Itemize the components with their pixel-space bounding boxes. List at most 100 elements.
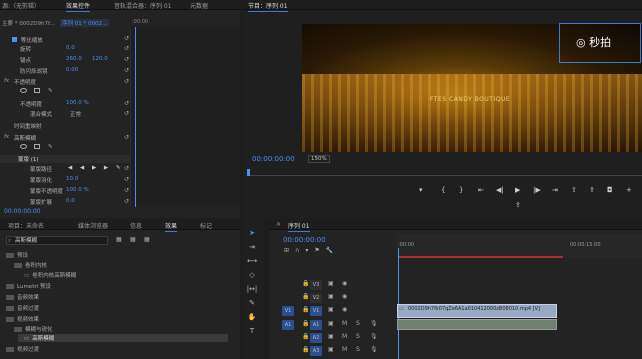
tree-video-effects[interactable]: 视频效果 [6, 315, 39, 323]
time-ruler[interactable] [397, 234, 642, 258]
step-forward-button[interactable]: |▶ [533, 186, 541, 194]
gaussian-blur-label[interactable]: 高斯模糊 [14, 134, 36, 142]
anchor-y-value[interactable]: 120.0 [92, 56, 108, 62]
accelerated-effects-icon[interactable]: ▦ [116, 236, 122, 243]
tab-program[interactable]: 节目：序列 01 [248, 1, 288, 12]
source-v1-label[interactable]: V1 [282, 306, 294, 316]
zoom-select[interactable]: 150% [308, 155, 330, 163]
rect-mask-icon[interactable] [34, 144, 40, 149]
tab-source[interactable]: 源:（无剪辑） [2, 1, 40, 10]
tree-presets[interactable]: 预设 [6, 251, 28, 259]
mini-playhead[interactable] [135, 27, 136, 207]
lock-icon[interactable]: 🔒 [302, 293, 309, 300]
play-button[interactable]: ▶ [515, 186, 520, 194]
track-label[interactable]: A3 [310, 346, 322, 356]
tab-sequence[interactable]: 序列 01 [288, 221, 310, 232]
blend-mode-select[interactable]: 正常 [70, 110, 81, 118]
add-marker-button[interactable]: ▾ [419, 186, 423, 194]
lock-icon[interactable]: 🔒 [302, 320, 309, 327]
tree-convolution-gaussian[interactable]: ▭ 卷积内核高斯模糊 [24, 271, 76, 279]
mask-feather-value[interactable]: 10.0 [66, 176, 78, 182]
video-clip[interactable]: ▭ 0002D9h7fk07qZe6A1a010412000zB08010.mp… [397, 304, 557, 318]
sync-lock-icon[interactable]: ▣ [328, 293, 334, 300]
program-playhead[interactable] [247, 169, 250, 176]
ripple-edit-tool[interactable]: ⟷ [244, 257, 260, 265]
sync-lock-icon[interactable]: ▣ [328, 320, 334, 327]
uniform-scale-checkbox[interactable] [12, 37, 17, 42]
timeline-tool-icons[interactable]: ⊞∩▾⚑🔧 [284, 247, 339, 254]
anchor-x-value[interactable]: 260.0 [66, 56, 82, 62]
program-timecode[interactable]: 00:00:00:00 [252, 155, 295, 163]
32bit-effects-icon[interactable]: ▦ [130, 236, 136, 243]
sequence-clip-label[interactable]: 序列 01 * 0002... [60, 19, 110, 27]
work-area-bar[interactable] [398, 256, 563, 258]
reset-icon[interactable]: ↺ [124, 56, 129, 63]
pen-mask-icon[interactable]: ✎ [48, 88, 53, 94]
opacity-effect-label[interactable]: 不透明度 [14, 78, 36, 86]
lock-icon[interactable]: 🔒 [302, 306, 309, 313]
ellipse-mask-icon[interactable] [20, 144, 27, 149]
source-a1-label[interactable]: A1 [282, 320, 294, 330]
sync-lock-icon[interactable]: ▣ [328, 346, 334, 353]
solo-button[interactable]: S [356, 333, 360, 340]
mute-button[interactable]: M [342, 333, 347, 340]
export-frame-button[interactable]: ◘ [607, 186, 613, 194]
master-clip-label[interactable]: 主要 * 0002D9h7f... [2, 19, 55, 27]
mark-in-button[interactable]: { [441, 186, 445, 194]
type-tool[interactable]: T [244, 327, 260, 335]
effects-search-box[interactable]: ⌕ 高斯模糊 [6, 236, 108, 245]
pen-mask-icon[interactable]: ✎ [48, 144, 53, 150]
reset-icon[interactable]: ↺ [124, 110, 129, 117]
lock-icon[interactable]: 🔒 [302, 346, 309, 353]
button-editor-button[interactable]: + [626, 186, 632, 194]
track-label[interactable]: V2 [310, 293, 322, 303]
tab-audio-mixer[interactable]: 音轨混合器：序列 01 [114, 1, 172, 10]
opacity-value[interactable]: 100.0 % [66, 100, 89, 106]
audio-clip[interactable] [397, 319, 557, 330]
reset-icon[interactable]: ↺ [124, 35, 129, 42]
tree-audio-transitions[interactable]: 音频过渡 [6, 304, 39, 312]
tree-lumetri[interactable]: Lumetri 预设 [6, 282, 51, 290]
program-scrubber[interactable] [248, 175, 642, 176]
mini-timeline[interactable] [130, 27, 240, 207]
mask-1-row[interactable]: 蒙版 (1) [0, 155, 130, 163]
pen-tool[interactable]: ✎ [244, 299, 260, 307]
tab-effects[interactable]: 效果 [165, 221, 178, 232]
close-icon[interactable]: ✕ [276, 221, 281, 228]
selection-tool[interactable]: ➤ [244, 229, 260, 237]
go-to-in-button[interactable]: ⇤ [478, 186, 484, 194]
reset-icon[interactable]: ↺ [124, 198, 129, 205]
slip-tool[interactable]: |↔| [244, 285, 260, 293]
lock-icon[interactable]: 🔒 [302, 280, 309, 287]
reset-icon[interactable]: ↺ [124, 100, 129, 107]
ellipse-mask-icon[interactable] [20, 88, 27, 93]
timeline-timecode[interactable]: 00:00:00:00 [283, 236, 326, 244]
effects-search-input[interactable]: 高斯模糊 [15, 238, 37, 244]
mask-opacity-value[interactable]: 100.0 % [66, 187, 89, 193]
extract-button[interactable]: ⇪ [589, 186, 595, 194]
reset-icon[interactable]: ↺ [124, 176, 129, 183]
tab-project[interactable]: 项目：未命名 [8, 221, 44, 230]
effect-controls-timecode[interactable]: 00:00:00:00 [4, 208, 41, 215]
track-label[interactable]: A1 [310, 320, 322, 330]
go-to-out-button[interactable]: ⇥ [552, 186, 558, 194]
track-label[interactable]: V1 [310, 306, 322, 316]
tab-info[interactable]: 信息 [130, 221, 142, 230]
tree-blur-sharpen[interactable]: 模糊与锐化 [14, 325, 53, 333]
razor-tool[interactable]: ◇ [244, 271, 260, 279]
mic-icon[interactable]: 🎙 [370, 346, 378, 353]
reset-icon[interactable]: ↺ [124, 165, 129, 172]
yuv-effects-icon[interactable]: ▦ [144, 236, 150, 243]
reset-icon[interactable]: ↺ [124, 78, 129, 85]
flicker-value[interactable]: 0.00 [66, 67, 78, 73]
sync-lock-icon[interactable]: ▣ [328, 306, 334, 313]
eye-icon[interactable]: ◉ [342, 293, 347, 300]
hand-tool[interactable]: ✋ [244, 313, 260, 321]
tree-gaussian-blur[interactable]: ▭ 高斯模糊 [18, 334, 228, 342]
mute-button[interactable]: M [342, 320, 347, 327]
share-button[interactable]: ⇪ [515, 201, 521, 209]
rect-mask-icon[interactable] [34, 88, 40, 93]
rotation-value[interactable]: 0.0 [66, 45, 75, 51]
track-label[interactable]: A2 [310, 333, 322, 343]
sync-lock-icon[interactable]: ▣ [328, 333, 334, 340]
